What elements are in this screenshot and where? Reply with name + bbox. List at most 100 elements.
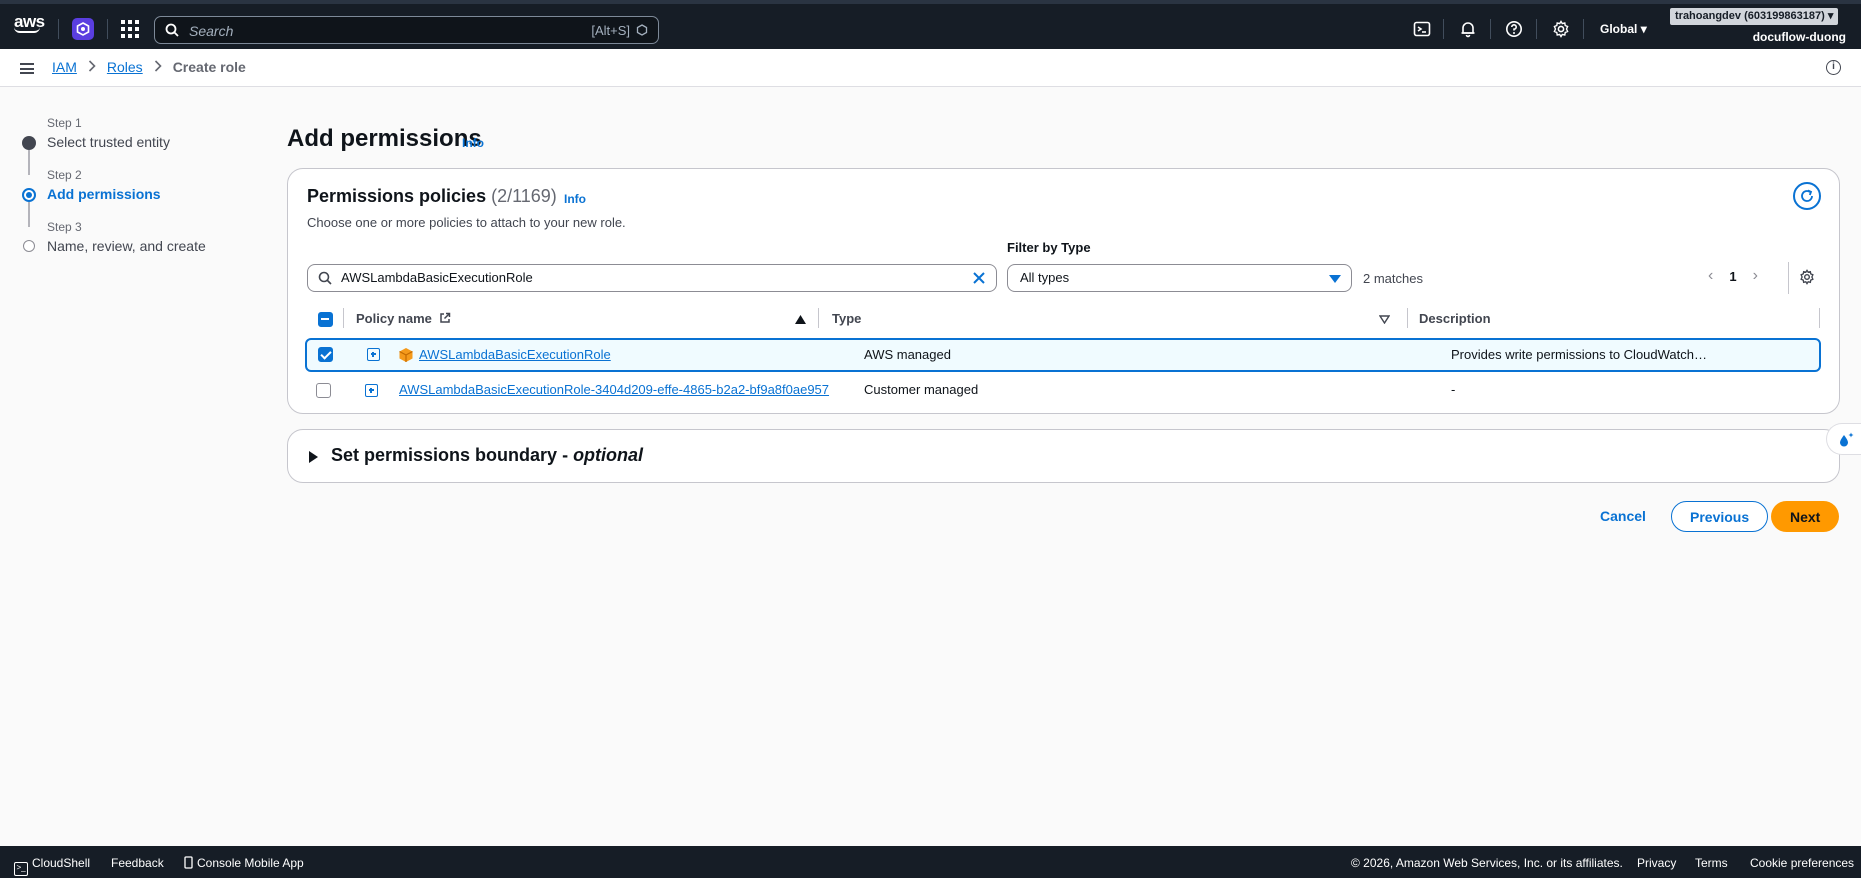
policy-search-input[interactable]: AWSLambdaBasicExecutionRole xyxy=(307,264,997,292)
boundary-title: Set permissions boundary - optional xyxy=(331,445,644,465)
step-active-icon xyxy=(22,188,36,202)
step-label: Name, review, and create xyxy=(47,238,206,254)
page-title: Add permissions xyxy=(287,125,482,152)
global-search-input[interactable]: Search [Alt+S] xyxy=(154,16,659,44)
filter-type-value: All types xyxy=(1020,270,1070,285)
top-navigation: aws Search [Alt+S] Global ▾ trahoangdev … xyxy=(0,0,1861,49)
bell-icon[interactable] xyxy=(1459,20,1477,38)
shortcut-icon xyxy=(636,24,648,36)
step-label: Add permissions xyxy=(47,186,161,202)
sort-ascending-icon[interactable] xyxy=(795,315,806,324)
table-row[interactable]: AWSLambdaBasicExecutionRole-3404d209-eff… xyxy=(305,374,1821,408)
terms-link[interactable]: Terms xyxy=(1695,856,1728,870)
next-button[interactable]: Next xyxy=(1771,501,1840,532)
cookie-preferences-link[interactable]: Cookie preferences xyxy=(1750,856,1854,870)
column-policy-name-label: Policy name xyxy=(356,311,432,326)
cloudshell-icon: >_ xyxy=(14,862,28,876)
mobile-app-label: Console Mobile App xyxy=(197,856,304,870)
select-all-checkbox[interactable] xyxy=(318,312,333,327)
filter-type-select[interactable]: All types xyxy=(1007,264,1352,292)
chevron-right-icon xyxy=(88,59,96,75)
footer: >_ CloudShell Feedback Console Mobile App… xyxy=(0,846,1861,878)
policy-type: Customer managed xyxy=(864,382,979,397)
permissions-boundary-section[interactable]: Set permissions boundary - optional xyxy=(287,429,1840,483)
privacy-link[interactable]: Privacy xyxy=(1637,856,1676,870)
cancel-button[interactable]: Cancel xyxy=(1592,506,1654,526)
aws-logo[interactable]: aws xyxy=(14,12,46,38)
next-page-icon[interactable]: › xyxy=(1753,267,1758,285)
help-icon[interactable] xyxy=(1505,20,1523,38)
permissions-policies-panel: Permissions policies (2/1169) Info Choos… xyxy=(287,168,1840,414)
caret-down-icon: ▾ xyxy=(1827,10,1834,22)
search-shortcut: [Alt+S] xyxy=(591,23,630,38)
policy-type: AWS managed xyxy=(864,347,951,362)
policies-info-link[interactable]: Info xyxy=(564,192,586,206)
app-badge-icon[interactable] xyxy=(72,18,94,40)
row-checkbox[interactable] xyxy=(316,383,331,398)
step-number: Step 1 xyxy=(47,116,82,130)
expand-row-icon[interactable] xyxy=(367,348,380,361)
breadcrumb-current: Create role xyxy=(172,59,246,75)
column-description[interactable]: Description xyxy=(1419,311,1491,326)
user-name[interactable]: docuflow-duong xyxy=(1753,30,1846,44)
step-pending-icon xyxy=(23,240,35,252)
row-checkbox[interactable] xyxy=(318,347,333,362)
step-number: Step 3 xyxy=(47,220,82,234)
column-policy-name[interactable]: Policy name xyxy=(356,311,451,326)
clear-search-icon[interactable] xyxy=(971,270,987,286)
policies-count: (2/1169) xyxy=(491,186,557,206)
expand-caret-icon xyxy=(309,451,318,463)
feedback-link[interactable]: Feedback xyxy=(111,856,164,870)
menu-icon[interactable] xyxy=(20,63,34,74)
step-select-trusted-entity[interactable]: Step 1 Select trusted entity xyxy=(22,116,252,168)
step-number: Step 2 xyxy=(47,168,82,182)
boundary-title-text: Set permissions boundary xyxy=(331,445,558,465)
mobile-icon xyxy=(184,856,193,869)
cloudshell-link[interactable]: >_ CloudShell xyxy=(14,856,90,876)
cloudshell-label: CloudShell xyxy=(32,856,91,870)
current-page[interactable]: 1 xyxy=(1729,269,1736,284)
account-menu[interactable]: trahoangdev (603199863187) ▾ xyxy=(1670,8,1839,25)
ai-assistant-button[interactable] xyxy=(1826,423,1861,455)
info-panel-icon[interactable]: i xyxy=(1826,60,1841,75)
services-grid-icon[interactable] xyxy=(121,20,139,38)
search-placeholder: Search xyxy=(189,23,234,39)
wizard-steps: Step 1 Select trusted entity Step 2 Add … xyxy=(22,116,252,272)
breadcrumb: IAM Roles Create role xyxy=(52,59,246,75)
page-info-link[interactable]: Info xyxy=(462,136,484,150)
step-name-review-create: Step 3 Name, review, and create xyxy=(22,220,252,272)
external-link-icon xyxy=(439,312,450,323)
policy-description: - xyxy=(1451,382,1456,397)
breadcrumb-iam[interactable]: IAM xyxy=(52,59,77,75)
sort-icon[interactable] xyxy=(1379,315,1390,324)
region-selector[interactable]: Global ▾ xyxy=(1600,22,1647,36)
refresh-icon xyxy=(1801,189,1813,202)
settings-icon[interactable] xyxy=(1552,20,1570,38)
step-add-permissions[interactable]: Step 2 Add permissions xyxy=(22,168,252,220)
column-type[interactable]: Type xyxy=(832,311,861,326)
account-label: trahoangdev (603199863187) xyxy=(1675,10,1825,22)
policy-name-link[interactable]: AWSLambdaBasicExecutionRole xyxy=(419,347,611,362)
filter-type-label: Filter by Type xyxy=(1007,240,1091,255)
policy-search-value: AWSLambdaBasicExecutionRole xyxy=(341,270,533,285)
region-label: Global xyxy=(1600,22,1638,36)
expand-row-icon[interactable] xyxy=(365,384,378,397)
policies-heading: Permissions policies (2/1169) xyxy=(307,186,557,207)
step-label: Select trusted entity xyxy=(47,134,170,150)
table-preferences-icon[interactable] xyxy=(1799,269,1815,285)
policy-name-link[interactable]: AWSLambdaBasicExecutionRole-3404d209-eff… xyxy=(399,382,829,397)
aws-logo-text: aws xyxy=(14,12,45,31)
table-header: Policy name Type Description xyxy=(307,304,1821,334)
caret-down-icon: ▾ xyxy=(1640,22,1647,36)
previous-page-icon[interactable]: ‹ xyxy=(1708,267,1713,285)
policy-description: Provides write permissions to CloudWatch… xyxy=(1451,347,1707,362)
refresh-button[interactable] xyxy=(1793,182,1821,210)
pagination: ‹ 1 › xyxy=(1708,267,1758,285)
step-done-icon xyxy=(22,136,36,150)
mobile-app-link[interactable]: Console Mobile App xyxy=(184,856,304,870)
cloudshell-icon[interactable] xyxy=(1413,20,1431,38)
search-icon xyxy=(318,271,332,285)
breadcrumb-roles[interactable]: Roles xyxy=(107,59,143,75)
previous-button[interactable]: Previous xyxy=(1671,501,1769,532)
table-row[interactable]: AWSLambdaBasicExecutionRole AWS managed … xyxy=(305,338,1821,372)
